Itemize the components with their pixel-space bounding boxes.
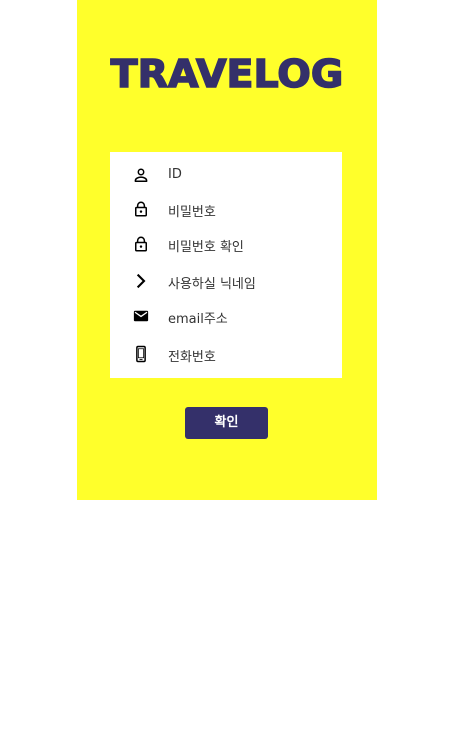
- phone-field-placeholder: 전화번호: [168, 350, 216, 365]
- id-field[interactable]: ID: [110, 160, 342, 190]
- lock-icon: [132, 235, 150, 253]
- lock-icon: [132, 200, 150, 218]
- nickname-field-placeholder: 사용하실 닉네임: [168, 277, 256, 292]
- phone-icon: [132, 345, 150, 363]
- signup-form: ID 비밀번호 비밀번호 확인 사용하실 닉네임 email주소 전화번호: [110, 152, 342, 378]
- password-field-placeholder: 비밀번호: [168, 205, 216, 220]
- password-field[interactable]: 비밀번호: [110, 194, 342, 224]
- password-confirm-field-placeholder: 비밀번호 확인: [168, 240, 244, 255]
- submit-button[interactable]: 확인: [185, 407, 268, 439]
- person-icon: [132, 166, 150, 184]
- password-confirm-field[interactable]: 비밀번호 확인: [110, 229, 342, 259]
- id-field-placeholder: ID: [168, 167, 182, 182]
- email-field[interactable]: email주소: [110, 301, 342, 331]
- chevron-right-icon: [132, 272, 150, 290]
- phone-field[interactable]: 전화번호: [110, 339, 342, 369]
- nickname-field[interactable]: 사용하실 닉네임: [110, 266, 342, 296]
- app-logo: TRAVELOG: [110, 51, 344, 97]
- signup-panel: TRAVELOG ID 비밀번호 비밀번호 확인 사용하실 닉네임 email주…: [77, 0, 377, 500]
- mail-icon: [132, 307, 150, 325]
- email-field-placeholder: email주소: [168, 312, 228, 327]
